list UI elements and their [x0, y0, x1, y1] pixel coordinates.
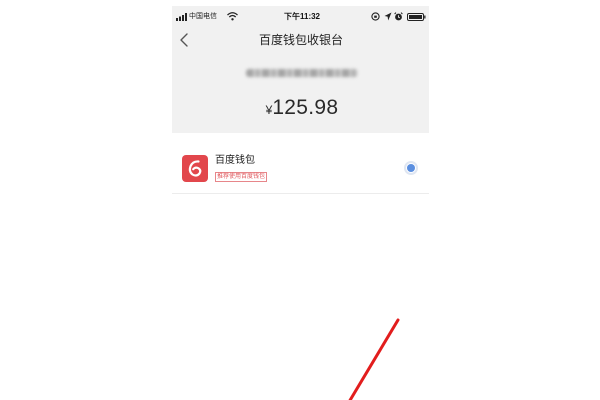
battery-icon	[407, 13, 426, 21]
location-icon	[384, 12, 392, 21]
annotation-stroke	[348, 318, 400, 400]
payment-method-row[interactable]	[172, 145, 429, 193]
merchant-name-blurred	[246, 69, 358, 77]
payment-method-name: 百度钱包	[215, 155, 255, 166]
carrier-label: 中国电信	[189, 13, 217, 20]
row-divider	[172, 193, 429, 194]
back-button[interactable]	[177, 31, 193, 49]
rotation-lock-icon	[371, 12, 380, 21]
amount-value: 125.98	[272, 96, 339, 119]
alarm-icon	[394, 12, 403, 21]
radio-selected-dot	[407, 164, 415, 172]
page-title: 百度钱包收银台	[258, 33, 343, 47]
status-time: 下午11:32	[283, 12, 321, 21]
chevron-left-icon	[180, 33, 188, 47]
wifi-icon	[227, 12, 238, 21]
signal-icon	[176, 13, 187, 21]
payment-method-tag: 推荐使用百度钱包	[215, 172, 268, 182]
payment-method-radio[interactable]	[404, 161, 418, 175]
order-amount: ¥125.98	[232, 96, 372, 122]
baidu-wallet-logo	[182, 155, 208, 182]
